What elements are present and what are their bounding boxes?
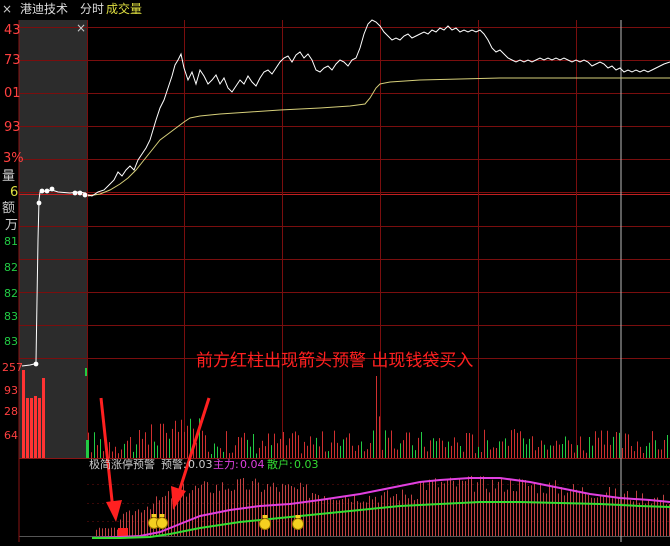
close-icon[interactable]: × [2,2,12,16]
money-bag-neck [151,514,157,517]
percent-label: 3% [3,151,24,166]
pre-market-pane [19,20,87,458]
pre-market-dot [49,186,55,192]
volume-title: 量 [2,169,15,184]
intraday-chart-window: 43 73 01 93 3% 量 6 额 万 81 82 82 83 83 25… [0,0,670,542]
intraday-chart-canvas[interactable]: 43 73 01 93 3% 量 6 额 万 81 82 82 83 83 25… [0,0,670,542]
left-pane-close-icon[interactable]: × [76,21,86,35]
amount-title: 额 [2,201,15,216]
view-mode-tab[interactable]: 分时 [80,2,104,16]
volume-bar [30,398,33,458]
retail-value: 0.03 [294,458,319,471]
price-label-top: 43 [4,23,21,38]
annotation-text: 前方红柱出现箭头预警 出现钱袋买入 [196,351,473,371]
volume-bar [26,398,29,458]
pre-market-dot [36,200,42,206]
volume-label-2: 93 [4,384,18,397]
volume-label-4: 64 [4,429,18,442]
pre-market-dot [39,188,45,194]
indicator-name[interactable]: 极简涨停预警 [89,457,155,471]
pre-market-dot [82,192,88,198]
lower-label-2: 82 [4,261,18,274]
warn-value: 0.03 [188,458,213,471]
sub-view-tab[interactable]: 成交量 [106,2,142,16]
volume-bar [85,368,87,376]
main-force-label: 主力: [213,458,239,471]
indicator-bar [118,528,128,536]
pre-market-dot [33,361,39,367]
lower-label-3: 82 [4,287,18,300]
lower-label-4: 83 [4,310,18,323]
volume-bar [86,440,89,458]
volume-bar [34,396,37,458]
lower-label-5: 83 [4,335,18,348]
main-force-value: 0.04 [240,458,265,471]
stock-name: 港迪技术 [20,2,69,16]
volume-bar [42,378,45,458]
pre-market-dot [44,188,50,194]
price-label-4: 93 [4,120,21,135]
lower-label-1: 81 [4,235,18,248]
volume-label-1: 257 [2,361,23,374]
volume-bar [38,398,41,458]
price-label-3: 01 [4,86,21,101]
retail-label: 散户: [267,457,293,471]
pre-market-dot [77,190,83,196]
money-bag-body [292,518,304,530]
amount-unit: 万 [5,218,18,233]
price-label-2: 73 [4,53,21,68]
base-price-label: 6 [10,185,18,200]
money-bag-neck [159,514,165,517]
pre-market-dot [72,190,78,196]
money-bag-neck [295,515,301,518]
volume-label-3: 28 [4,405,18,418]
warn-label: 预警: [161,457,187,471]
money-bag-body [259,518,271,530]
volume-bar [22,370,25,458]
money-bag-neck [262,515,268,518]
money-bag-body [156,517,168,529]
